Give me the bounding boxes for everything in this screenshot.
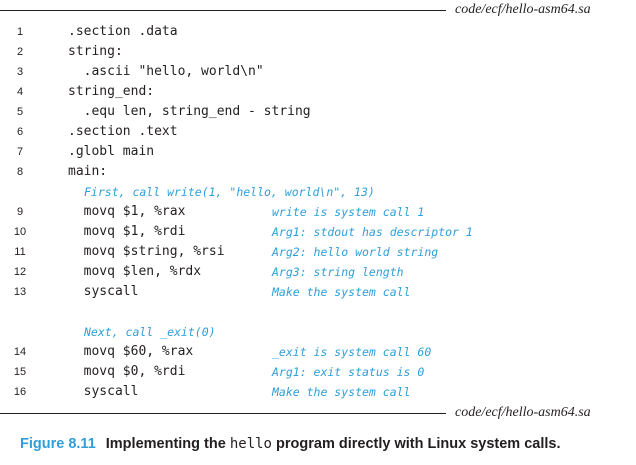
code-comment: write is system call 1 xyxy=(272,205,425,219)
line-number: 15 xyxy=(13,366,27,378)
code-line: 16 syscall Make the system call xyxy=(0,382,636,402)
code-text: .section .data xyxy=(68,24,178,39)
caption-program-name: hello xyxy=(229,436,272,452)
code-text: string_end: xyxy=(68,84,155,99)
code-text: movq $60, %rax xyxy=(68,344,194,359)
line-number: 5 xyxy=(16,106,24,118)
line-number: 7 xyxy=(16,146,24,158)
code-comment: Make the system call xyxy=(272,385,411,399)
line-number: 3 xyxy=(16,66,24,78)
code-line: First, call write(1, "hello, world\n", 1… xyxy=(0,182,636,202)
code-text: .section .text xyxy=(68,124,178,139)
code-text: .equ len, string_end - string xyxy=(68,104,311,119)
code-text: movq $string, %rsi xyxy=(68,244,225,259)
bottom-file-label: code/ecf/hello-asm64.sa xyxy=(455,405,591,420)
code-text: movq $1, %rdi xyxy=(68,224,186,239)
code-text: syscall xyxy=(68,384,139,399)
code-line: 2 string: xyxy=(0,42,636,62)
code-line: 8 main: xyxy=(0,162,636,182)
code-text: .globl main xyxy=(68,144,155,159)
line-number: 13 xyxy=(13,286,27,298)
code-comment: First, call write(1, "hello, world\n", 1… xyxy=(84,185,375,199)
line-number: 16 xyxy=(13,386,27,398)
code-text: .ascii "hello, world\n" xyxy=(68,64,264,79)
code-listing: 1 .section .data 2 string: 3 .ascii "hello, … xyxy=(0,0,636,410)
caption-text-after: program directly with Linux system calls… xyxy=(272,436,561,452)
code-line: 6 .section .text xyxy=(0,122,636,142)
bottom-rule xyxy=(0,413,446,414)
code-line: 9 movq $1, %rax write is system call 1 xyxy=(0,202,636,222)
code-line: 13 syscall Make the system call xyxy=(0,282,636,302)
code-line: 10 movq $1, %rdi Arg1: stdout has descrip… xyxy=(0,222,636,242)
code-comment: Arg2: hello world string xyxy=(272,245,439,259)
caption-text-before: Implementing the xyxy=(105,436,230,452)
code-line: 14 movq $60, %rax _exit is system call 60 xyxy=(0,342,636,362)
code-text: movq $len, %rdx xyxy=(68,264,202,279)
code-line: 12 movq $len, %rdx Arg3: string length xyxy=(0,262,636,282)
figure-caption: Figure 8.11 Implementing the hello progra… xyxy=(20,436,560,452)
code-line: 4 string_end: xyxy=(0,82,636,102)
code-text: movq $0, %rdi xyxy=(68,364,186,379)
code-comment: Arg3: string length xyxy=(272,265,404,279)
code-comment: Arg1: exit status is 0 xyxy=(272,365,425,379)
code-comment: Make the system call xyxy=(272,285,411,299)
code-text: movq $1, %rax xyxy=(68,204,186,219)
code-text: string: xyxy=(68,44,123,59)
code-text: syscall xyxy=(68,284,139,299)
figure-number: Figure 8.11 xyxy=(20,436,96,452)
code-line: 1 .section .data xyxy=(0,22,636,42)
line-number: 10 xyxy=(13,226,27,238)
code-line: Next, call _exit(0) xyxy=(0,322,636,342)
code-comment: Next, call _exit(0) xyxy=(84,325,216,339)
code-line: 15 movq $0, %rdi Arg1: exit status is 0 xyxy=(0,362,636,382)
line-number: 1 xyxy=(16,26,24,38)
line-number: 11 xyxy=(14,246,26,258)
line-number: 6 xyxy=(16,126,24,138)
code-line: 5 .equ len, string_end - string xyxy=(0,102,636,122)
line-number: 8 xyxy=(16,166,24,178)
line-number: 12 xyxy=(13,266,27,278)
line-number: 9 xyxy=(16,206,24,218)
line-number: 14 xyxy=(13,346,27,358)
code-comment: _exit is system call 60 xyxy=(272,345,432,359)
line-number: 4 xyxy=(16,86,24,98)
code-line: 3 .ascii "hello, world\n" xyxy=(0,62,636,82)
line-number: 2 xyxy=(16,46,24,58)
code-line: 11 movq $string, %rsi Arg2: hello world s… xyxy=(0,242,636,262)
code-line: 7 .globl main xyxy=(0,142,636,162)
code-comment: Arg1: stdout has descriptor 1 xyxy=(272,225,473,239)
code-text: main: xyxy=(68,164,108,179)
